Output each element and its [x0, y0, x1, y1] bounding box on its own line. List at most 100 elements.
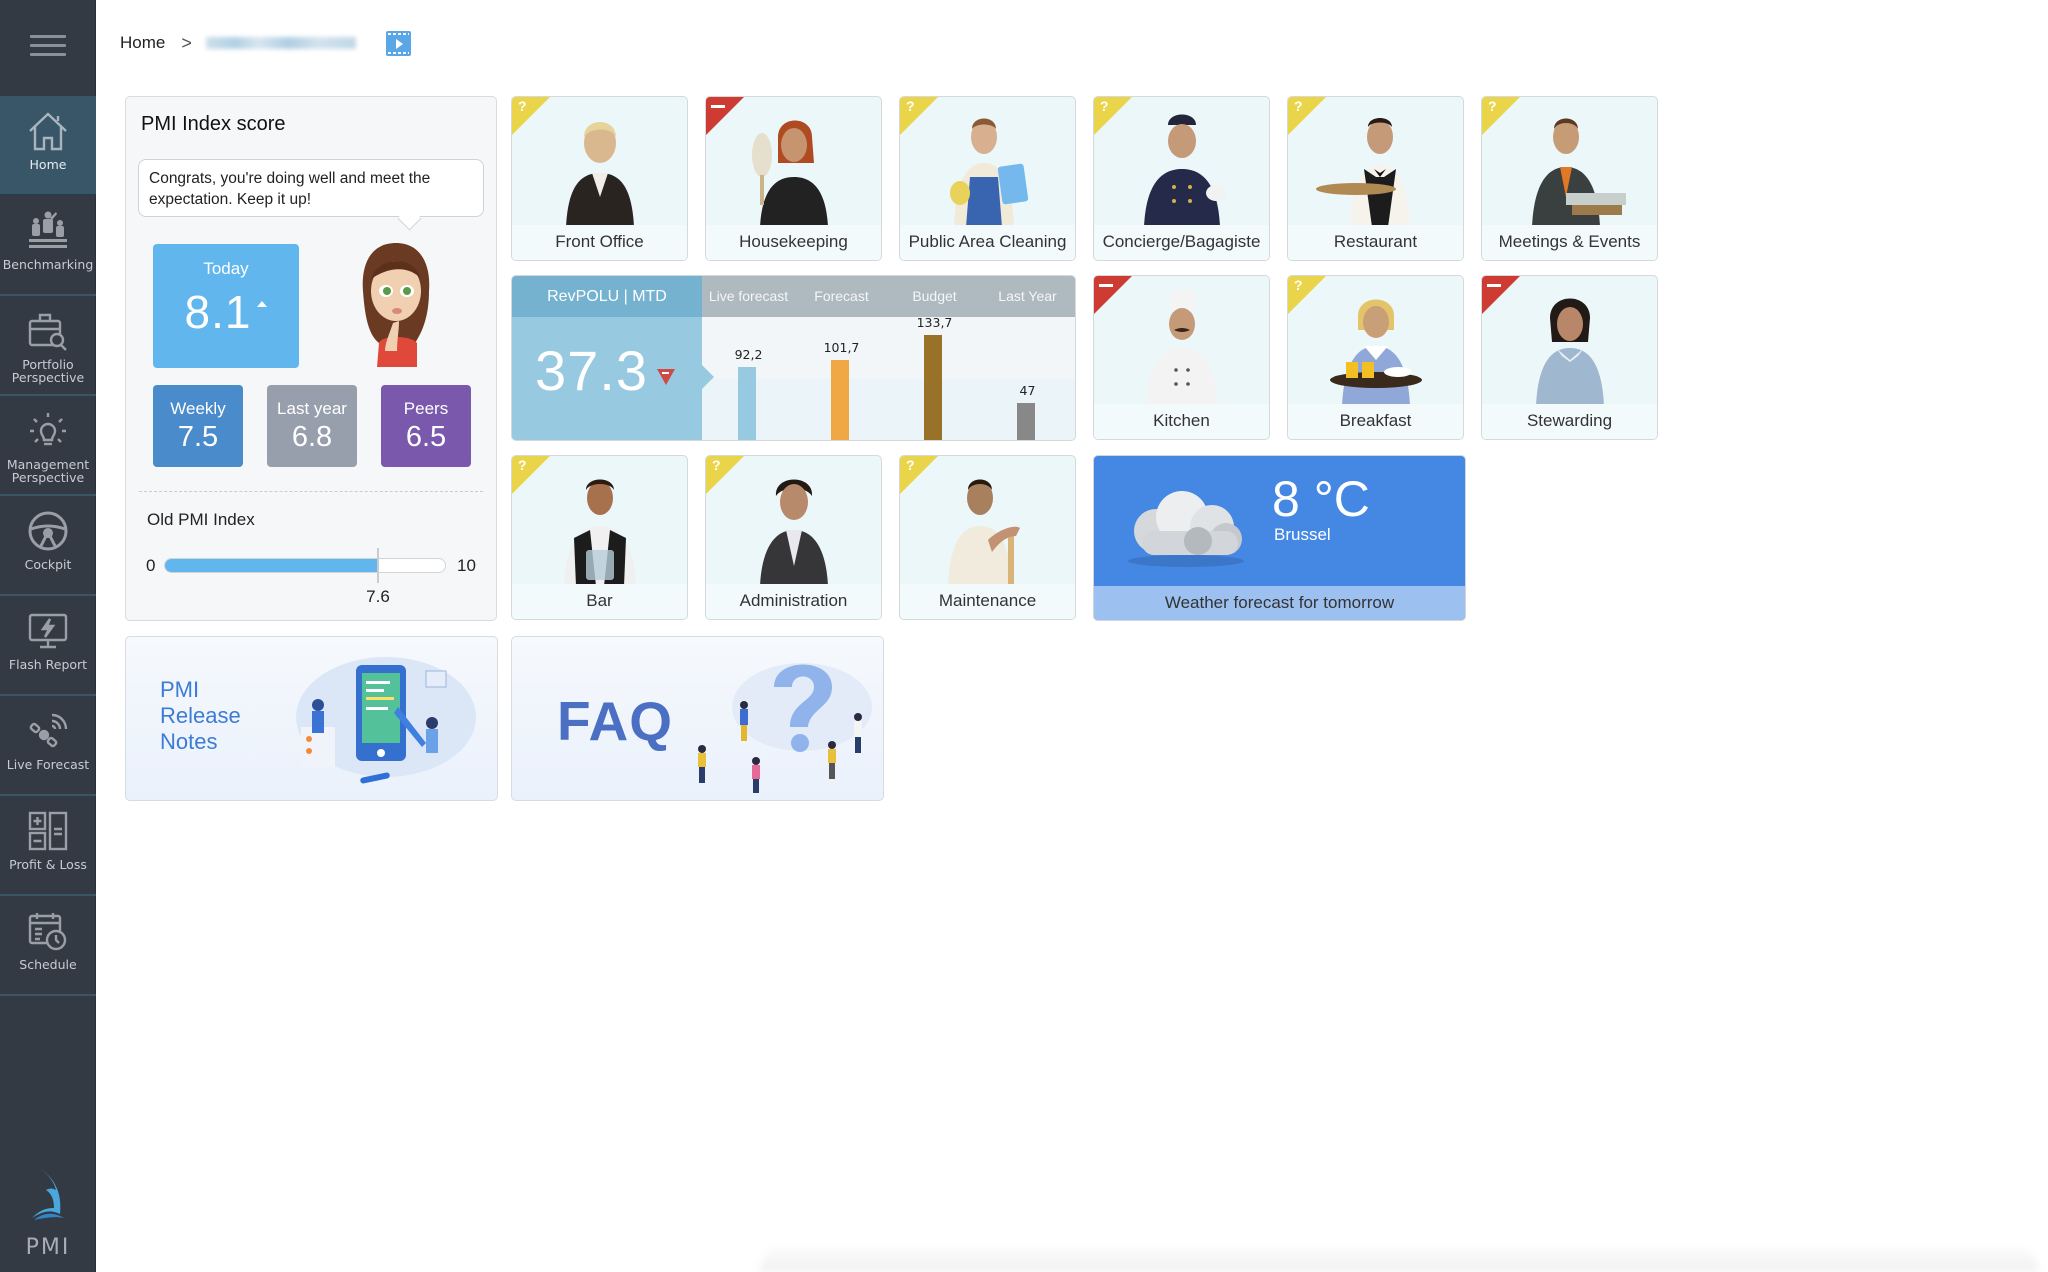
brand-text: PMI — [25, 1235, 71, 1260]
faq-illustration — [698, 663, 872, 793]
old-pmi-max: 10 — [457, 556, 476, 575]
last-year-score-box[interactable]: Last year 6.8 — [267, 385, 357, 467]
video-icon[interactable] — [385, 30, 411, 56]
release-notes-card[interactable]: PMI Release Notes — [125, 636, 498, 801]
podium-people-icon — [25, 208, 71, 254]
tile-maintenance[interactable]: ? Maintenance — [899, 455, 1076, 620]
tile-public-area-cleaning[interactable]: ? Public Area Cleaning — [899, 96, 1076, 261]
speech-bubble-message: Congrats, you're doing well and meet the… — [138, 159, 484, 217]
tile-housekeeping[interactable]: Housekeeping — [705, 96, 882, 261]
tile-restaurant[interactable]: ? Restaurant — [1287, 96, 1464, 261]
tile-label: Administration — [706, 584, 881, 619]
tile-kitchen[interactable]: Kitchen — [1093, 275, 1270, 440]
revpolu-card[interactable]: RevPOLU | MTD 37.3 Live forecast 92,2 Fore… — [511, 275, 1076, 441]
sidebar-item-home[interactable]: Home — [0, 96, 96, 196]
question-mark-icon: ? — [906, 98, 915, 114]
tile-front-office[interactable]: ? Front Office — [511, 96, 688, 261]
weather-temperature: 8 °C — [1272, 471, 1370, 527]
sidebar-item-profit-loss[interactable]: Profit & Loss — [0, 796, 96, 896]
chart-bar[interactable] — [924, 335, 942, 440]
revpolu-summary: RevPOLU | MTD 37.3 — [512, 276, 702, 440]
sidebar-item-management-perspective[interactable]: Management Perspective — [0, 396, 96, 496]
tile-concierge-bagagiste[interactable]: ? Concierge/Bagagiste — [1093, 96, 1270, 261]
sidebar-item-flash-report[interactable]: Flash Report — [0, 596, 96, 696]
chart-data-label: 101,7 — [823, 340, 860, 355]
weather-card[interactable]: 8 °C Brussel Weather forecast for tomorr… — [1093, 455, 1466, 621]
divider — [139, 491, 483, 492]
tile-bar[interactable]: ? Bar — [511, 455, 688, 620]
question-mark-icon: ? — [1294, 277, 1303, 293]
peers-score-box[interactable]: Peers 6.5 — [381, 385, 471, 467]
peers-label: Peers — [403, 399, 449, 418]
tile-label: Stewarding — [1482, 404, 1657, 439]
breadcrumb: Home > — [120, 30, 411, 56]
minus-icon — [711, 105, 725, 108]
tile-label: Restaurant — [1288, 225, 1463, 260]
today-label: Today — [203, 259, 249, 278]
sidebar-item-label: Flash Report — [8, 657, 88, 672]
question-mark-icon: ? — [518, 457, 527, 473]
release-notes-line: Release — [160, 703, 241, 728]
lightbulb-icon — [25, 408, 71, 454]
minus-icon — [1487, 284, 1501, 287]
chart-category-label: Forecast — [814, 288, 869, 304]
tile-breakfast[interactable]: ? Breakfast — [1287, 275, 1464, 440]
weekly-label: Weekly — [170, 399, 226, 418]
old-pmi-progress-fill — [165, 559, 378, 572]
chart-bar[interactable] — [831, 360, 849, 440]
minus-icon — [1099, 284, 1113, 287]
pmi-logo: PMI — [0, 1164, 96, 1260]
tile-label: Bar — [512, 584, 687, 619]
tile-label: Breakfast — [1288, 404, 1463, 439]
old-pmi-marker — [377, 548, 379, 583]
question-mark-icon: ? — [518, 98, 527, 114]
chart-data-label: 47 — [1019, 383, 1036, 398]
sidebar-item-live-forecast[interactable]: Live Forecast — [0, 696, 96, 796]
old-pmi-index-label: Old PMI Index — [147, 510, 255, 529]
trend-down-icon — [657, 369, 675, 385]
tile-label: Concierge/Bagagiste — [1094, 225, 1269, 260]
release-notes-line: Notes — [160, 729, 218, 754]
question-mark-icon: ? — [1488, 98, 1497, 114]
briefcase-search-icon — [25, 308, 71, 354]
tile-stewarding[interactable]: Stewarding — [1481, 275, 1658, 440]
sidebar-item-benchmarking[interactable]: Benchmarking — [0, 196, 96, 296]
old-pmi-min: 0 — [146, 556, 156, 575]
question-mark-icon: ? — [712, 457, 721, 473]
chart-bar[interactable] — [738, 367, 756, 440]
today-score-box[interactable]: Today 8.1 — [153, 244, 299, 368]
faq-card[interactable]: FAQ — [511, 636, 884, 801]
sidebar-item-label: Benchmarking — [2, 257, 94, 272]
revpolu-value: 37.3 — [535, 339, 648, 402]
bottom-shadow — [760, 1242, 2038, 1272]
chart-category-label: Last Year — [998, 288, 1057, 304]
status-flag-negative — [706, 97, 744, 135]
chart-bar[interactable] — [1017, 403, 1035, 440]
weekly-value: 7.5 — [177, 421, 219, 453]
tile-meetings-events[interactable]: ? Meetings & Events — [1481, 96, 1658, 261]
chart-data-label: 92,2 — [734, 347, 763, 362]
hamburger-menu-icon[interactable] — [30, 35, 66, 57]
weekly-score-box[interactable]: Weekly 7.5 — [153, 385, 243, 467]
release-notes-title: PMI Release Notes — [160, 677, 241, 755]
sidebar-item-label: Home — [29, 157, 67, 172]
breadcrumb-home-link[interactable]: Home — [120, 33, 165, 53]
question-mark-icon: ? — [906, 457, 915, 473]
breadcrumb-chevron-icon: > — [181, 32, 192, 53]
tile-administration[interactable]: ? Administration — [705, 455, 882, 620]
pmi-index-panel: PMI Index score Congrats, you're doing w… — [125, 96, 497, 621]
cloud-icon — [1116, 481, 1256, 571]
sidebar-item-label: Management Perspective — [6, 457, 90, 485]
sidebar-item-schedule[interactable]: Schedule — [0, 896, 96, 996]
sidebar-item-portfolio-perspective[interactable]: Portfolio Perspective — [0, 296, 96, 396]
today-value: 8.1 — [184, 286, 252, 338]
revpolu-bar-chart: Live forecast 92,2 Forecast 101,7 Budget 133,… — [702, 276, 1075, 440]
sidebar-item-cockpit[interactable]: Cockpit — [0, 496, 96, 596]
steering-wheel-icon — [25, 508, 71, 554]
tile-label: Housekeeping — [706, 225, 881, 260]
tile-label: Public Area Cleaning — [900, 225, 1075, 260]
satellite-icon — [25, 708, 71, 754]
breadcrumb-current-redacted — [205, 37, 356, 49]
calendar-clock-icon — [25, 908, 71, 954]
pointer-arrow — [702, 365, 714, 389]
